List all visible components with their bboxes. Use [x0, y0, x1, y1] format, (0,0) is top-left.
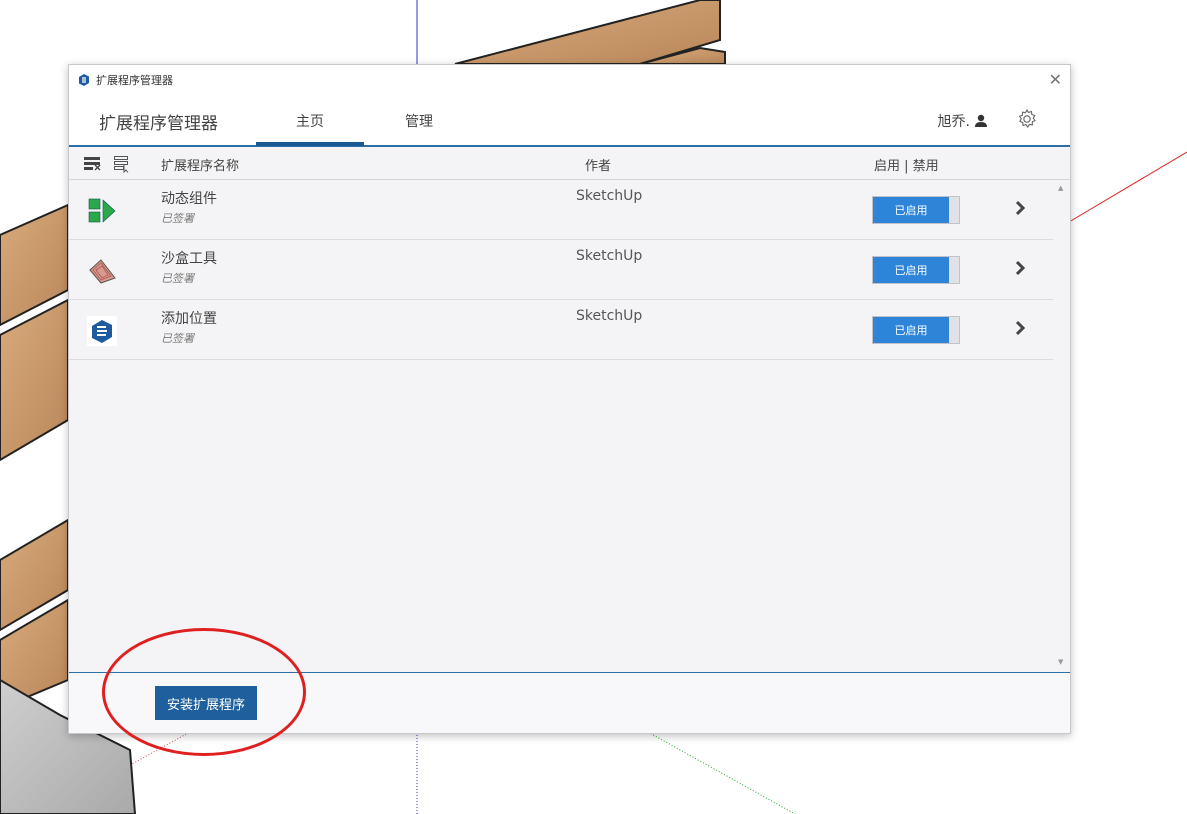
enable-toggle[interactable]: 已启用: [872, 256, 960, 284]
gear-icon[interactable]: [1016, 108, 1038, 130]
extension-signed: 已签署: [161, 332, 194, 345]
sketchup-logo-icon: [87, 316, 117, 346]
scroll-down-icon[interactable]: ▼: [1058, 658, 1063, 666]
user-account[interactable]: 旭乔.: [938, 111, 988, 131]
window-title: 扩展程序管理器: [96, 74, 173, 87]
chevron-right-icon[interactable]: [1013, 199, 1027, 217]
extension-name: 添加位置: [161, 311, 217, 327]
footer-bar: 安装扩展程序: [69, 672, 1070, 733]
extension-name: 沙盒工具: [161, 251, 217, 267]
user-name: 旭乔.: [937, 114, 970, 130]
person-icon: [975, 114, 987, 127]
sandbox-tools-icon: [89, 259, 116, 284]
list-item[interactable]: 沙盒工具 已签署 SketchUp 已启用: [69, 240, 1053, 300]
toggle-state: 已启用: [873, 317, 949, 343]
extension-list: 动态组件 已签署 SketchUp 已启用 沙盒工具 已签署 SketchUp …: [69, 180, 1070, 670]
active-tab-indicator: [256, 142, 364, 146]
tab-manage[interactable]: 管理: [389, 111, 449, 131]
extension-author: SketchUp: [576, 188, 643, 204]
toggle-state: 已启用: [873, 197, 949, 223]
extension-author: SketchUp: [576, 248, 643, 264]
scrollbar[interactable]: ▲ ▼: [1054, 180, 1070, 670]
column-author[interactable]: 作者: [585, 155, 611, 174]
extension-name: 动态组件: [161, 191, 217, 207]
app-title: 扩展程序管理器: [99, 114, 218, 134]
title-bar[interactable]: 扩展程序管理器 ✕: [69, 65, 1070, 95]
extension-author: SketchUp: [576, 308, 643, 324]
enable-toggle[interactable]: 已启用: [872, 316, 960, 344]
scroll-up-icon[interactable]: ▲: [1058, 184, 1063, 192]
column-header: 扩展程序名称 作者 启用 | 禁用: [69, 147, 1070, 180]
column-toggle: 启用 | 禁用: [874, 159, 939, 174]
compact-view-icon[interactable]: [113, 155, 131, 173]
close-icon[interactable]: ✕: [1049, 70, 1062, 89]
extension-signed: 已签署: [161, 272, 194, 285]
extension-manager-dialog: 扩展程序管理器 ✕ 扩展程序管理器 主页 管理 旭乔. 扩展程序名称 作者 启用…: [68, 64, 1071, 734]
dynamic-components-icon: [88, 198, 116, 223]
tab-home[interactable]: 主页: [256, 111, 364, 131]
column-name[interactable]: 扩展程序名称: [161, 155, 239, 174]
toggle-state: 已启用: [873, 257, 949, 283]
chevron-right-icon[interactable]: [1013, 319, 1027, 337]
list-view-icon[interactable]: [83, 155, 101, 171]
enable-toggle[interactable]: 已启用: [872, 196, 960, 224]
chevron-right-icon[interactable]: [1013, 259, 1027, 277]
list-item[interactable]: 动态组件 已签署 SketchUp 已启用: [69, 180, 1053, 240]
extension-signed: 已签署: [161, 212, 194, 225]
sketchup-logo-icon: [77, 73, 91, 87]
install-extension-button[interactable]: 安装扩展程序: [155, 686, 258, 720]
app-header: 扩展程序管理器 主页 管理 旭乔.: [69, 95, 1070, 147]
list-item[interactable]: 添加位置 已签署 SketchUp 已启用: [69, 300, 1053, 360]
